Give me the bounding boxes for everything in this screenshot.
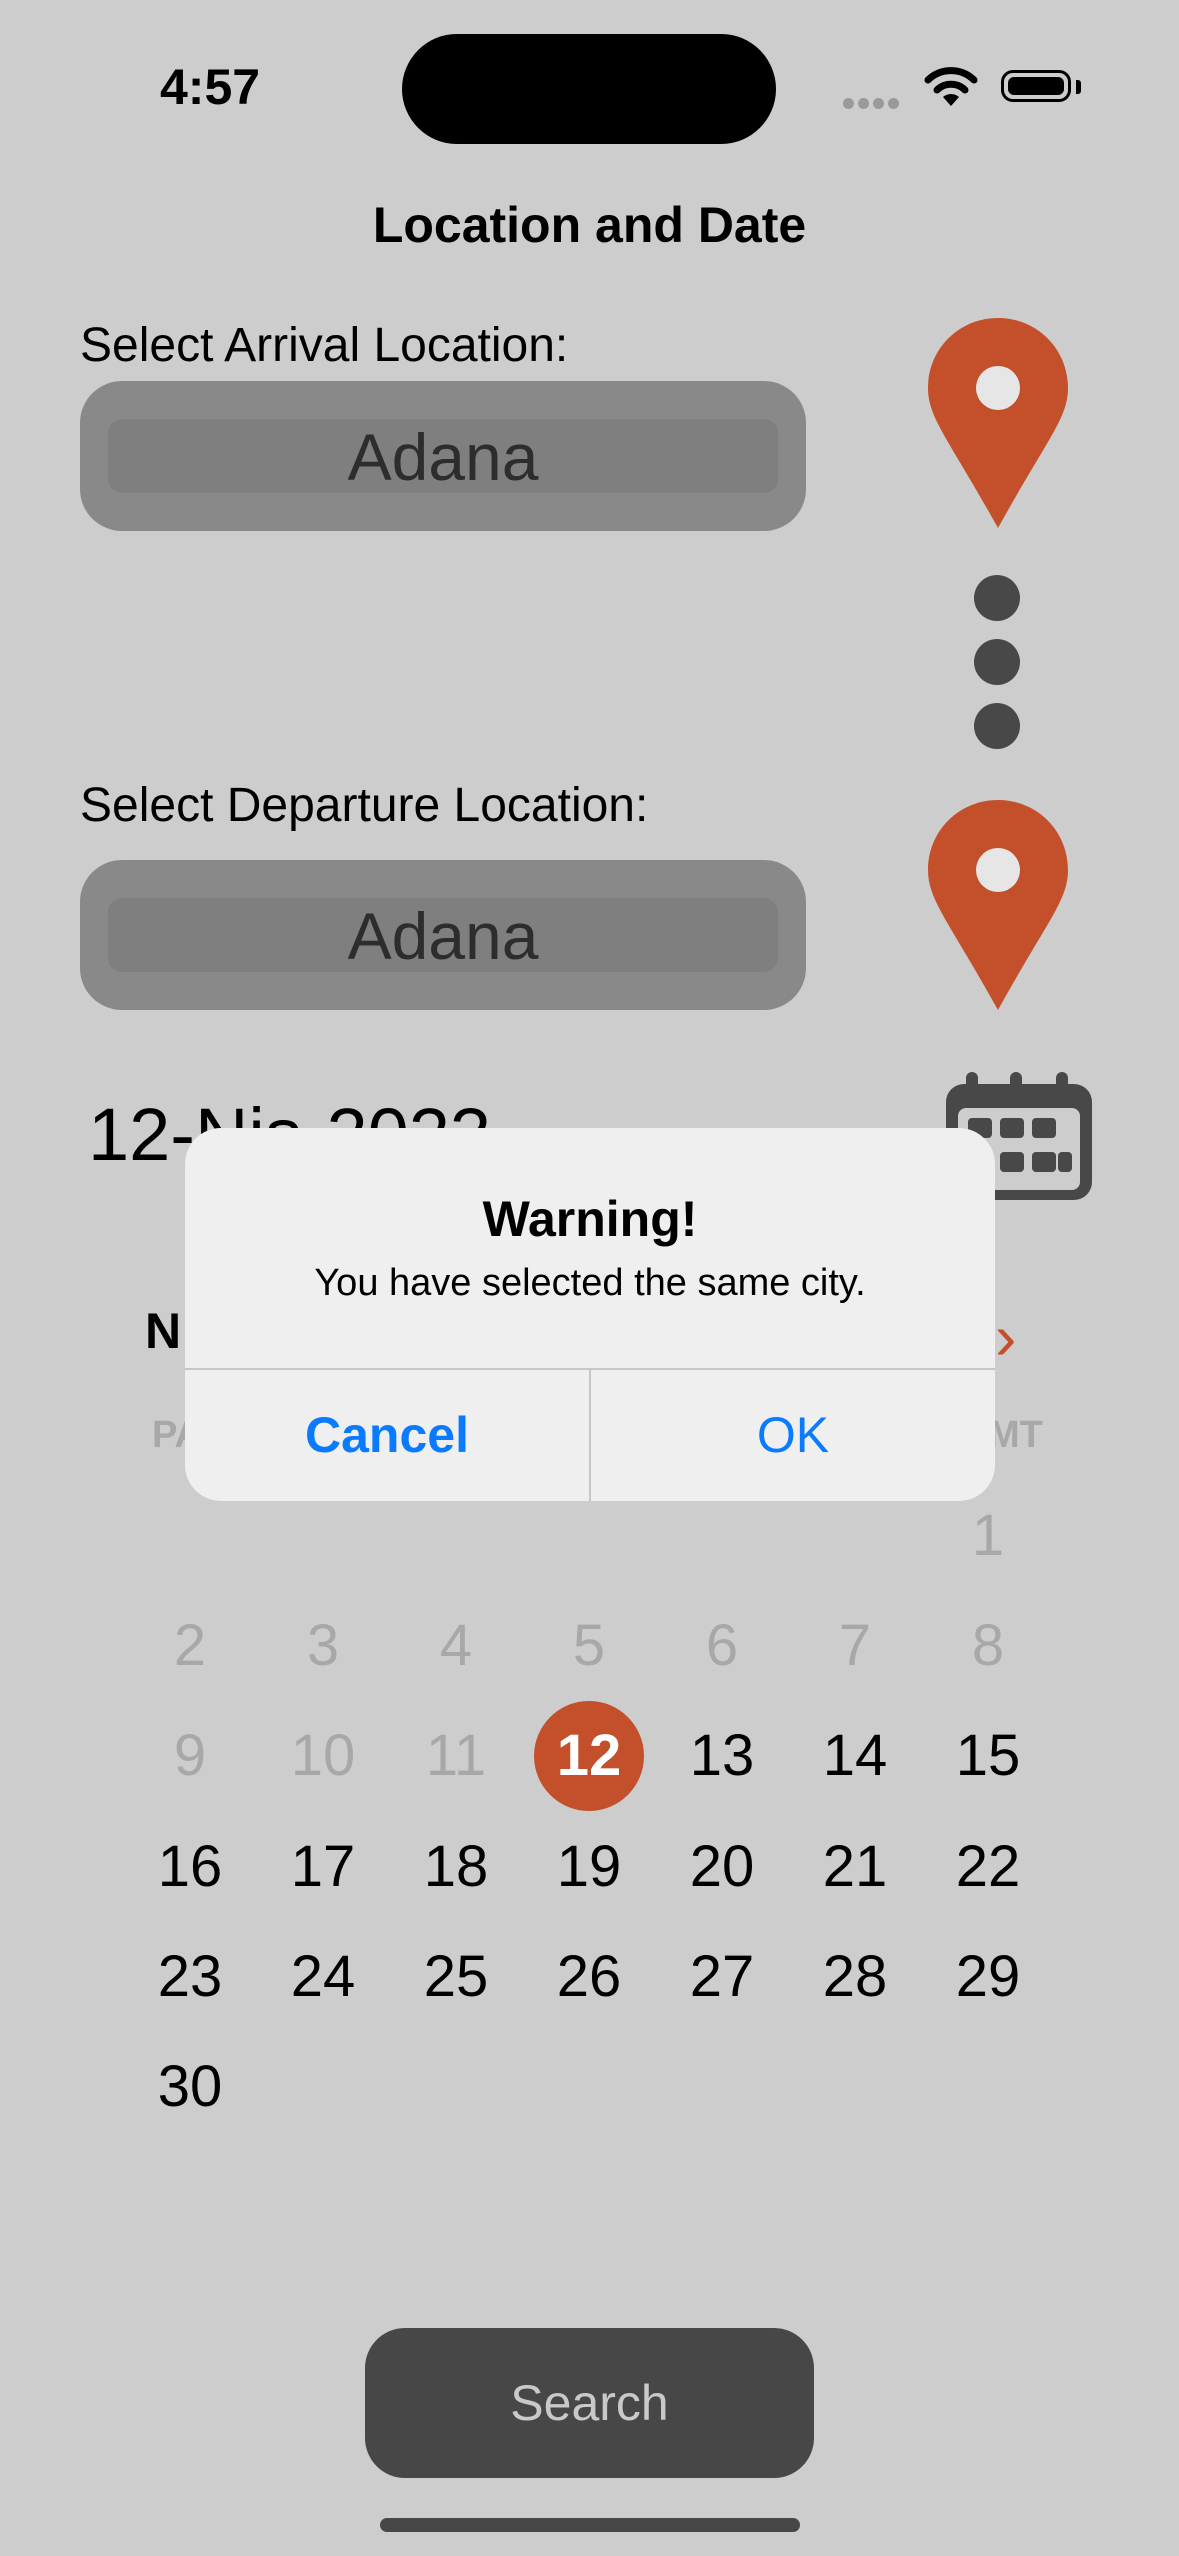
calendar-day[interactable]: 22 — [928, 1833, 1048, 1900]
alert-title: Warning! — [482, 1191, 698, 1247]
map-pin-icon — [928, 318, 1068, 528]
calendar-day[interactable]: 12 — [529, 1722, 649, 1789]
battery-cap — [1076, 80, 1081, 94]
signal-dots-icon — [843, 96, 903, 114]
calendar-day[interactable]: 28 — [795, 1943, 915, 2010]
calendar-day: 4 — [439, 1613, 473, 1678]
calendar-day[interactable]: 15 — [928, 1722, 1048, 1789]
status-icons — [843, 60, 1083, 120]
calendar-day[interactable]: 24 — [263, 1943, 383, 2010]
calendar-day: 3 — [306, 1613, 340, 1678]
departure-location-picker[interactable]: Adana — [80, 860, 806, 1010]
status-time: 4:57 — [160, 59, 261, 115]
calendar-day: 2 — [173, 1613, 207, 1678]
alert-cancel-button[interactable]: Cancel — [185, 1370, 589, 1501]
page-title: Location and Date — [372, 197, 807, 253]
calendar-day: 10 — [290, 1723, 356, 1788]
calendar-day[interactable]: 29 — [928, 1943, 1048, 2010]
arrival-label: Select Arrival Location: — [80, 319, 569, 372]
battery-icon — [1001, 70, 1071, 102]
calendar-day[interactable]: 14 — [795, 1722, 915, 1789]
arrival-location-picker[interactable]: Adana — [80, 381, 806, 531]
calendar-day: 7 — [838, 1613, 872, 1678]
calendar-day[interactable]: 17 — [263, 1833, 383, 1900]
calendar-day[interactable]: 13 — [662, 1722, 782, 1789]
calendar-day: 11 — [425, 1723, 487, 1788]
map-pin-icon — [928, 800, 1068, 1010]
warning-alert: Warning! You have selected the same city… — [185, 1128, 995, 1501]
calendar-day[interactable]: 21 — [795, 1833, 915, 1900]
calendar-day: 8 — [971, 1613, 1005, 1678]
calendar-day: 9 — [173, 1723, 207, 1788]
calendar-day[interactable]: 27 — [662, 1943, 782, 2010]
chevron-right-icon[interactable]: › — [995, 1300, 1016, 1374]
calendar-day[interactable]: 19 — [529, 1833, 649, 1900]
search-button-label: Search — [510, 2375, 669, 2431]
dynamic-island — [402, 34, 776, 144]
calendar-day[interactable]: 18 — [396, 1833, 516, 1900]
home-indicator — [380, 2518, 800, 2532]
calendar-day: 6 — [705, 1613, 739, 1678]
calendar-day: 1 — [971, 1503, 1005, 1568]
calendar-day[interactable]: 25 — [396, 1943, 516, 2010]
weekday-label: MT — [988, 1414, 1043, 1456]
arrival-location-value: Adana — [347, 420, 539, 494]
alert-ok-button[interactable]: OK — [591, 1370, 995, 1501]
calendar-day[interactable]: 30 — [130, 2053, 250, 2120]
calendar-day[interactable]: 20 — [662, 1833, 782, 1900]
departure-location-value: Adana — [347, 899, 539, 973]
wifi-icon — [924, 67, 978, 106]
alert-message: You have selected the same city. — [314, 1262, 866, 1304]
search-button[interactable]: Search — [365, 2328, 814, 2478]
departure-label: Select Departure Location: — [80, 779, 649, 832]
calendar-day[interactable]: 16 — [130, 1833, 250, 1900]
calendar-day[interactable]: 26 — [529, 1943, 649, 2010]
route-dots-icon — [974, 575, 1022, 767]
calendar-day: 5 — [572, 1613, 606, 1678]
calendar-month-label[interactable]: N — [145, 1302, 181, 1360]
calendar-day[interactable]: 23 — [130, 1943, 250, 2010]
